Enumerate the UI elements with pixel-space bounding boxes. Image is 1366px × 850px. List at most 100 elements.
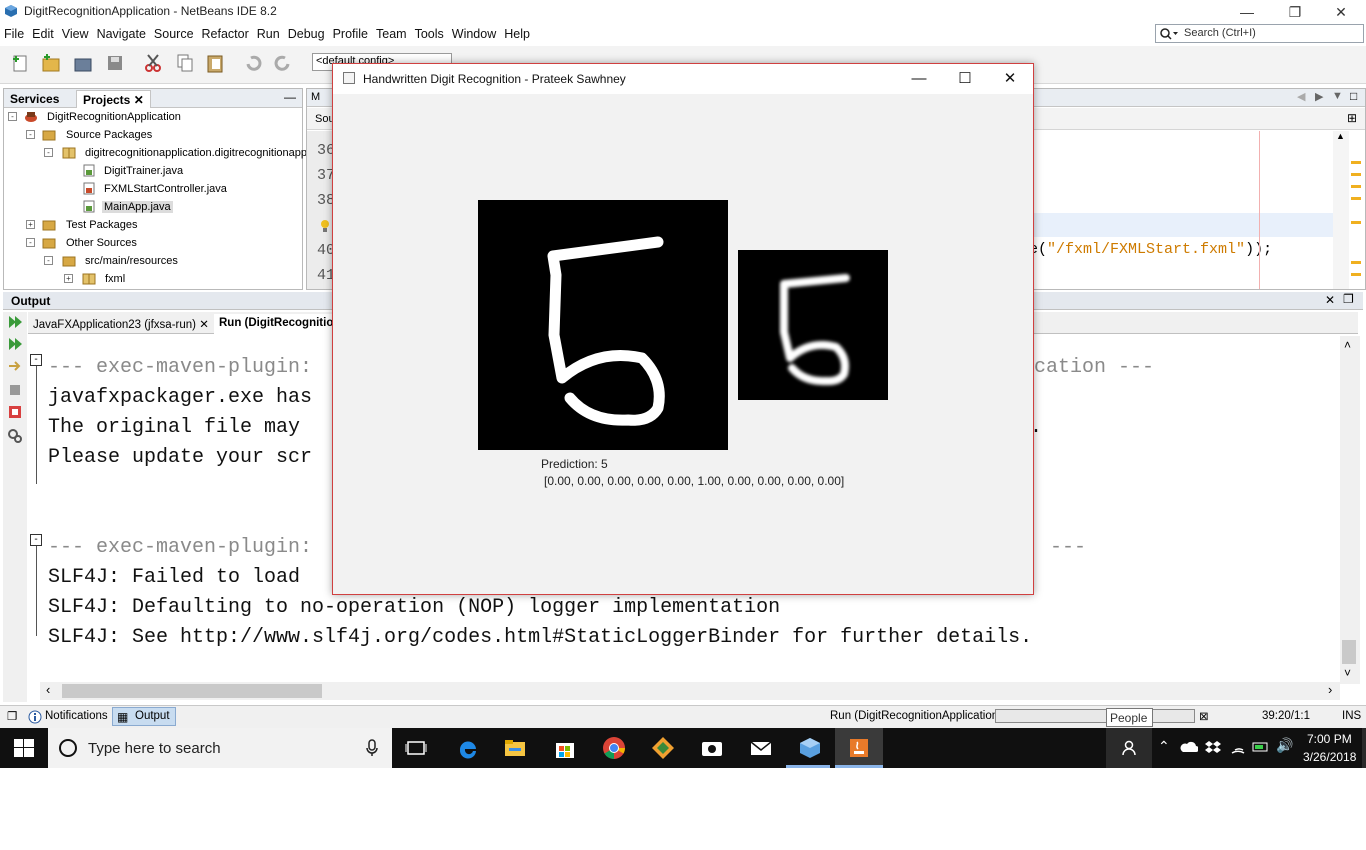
tree-item-other-sources[interactable]: - Other Sources	[4, 234, 302, 252]
close-icon[interactable]: ✕	[199, 319, 209, 331]
minimize-panel-icon[interactable]: —	[284, 90, 296, 104]
open-project-icon[interactable]	[72, 52, 94, 74]
microphone-icon[interactable]	[366, 739, 378, 757]
tree-item-project[interactable]: - DigitRecognitionApplication	[4, 108, 302, 126]
scroll-left-icon[interactable]: ‹	[46, 682, 50, 697]
undo-icon[interactable]	[242, 52, 264, 74]
scroll-up-icon[interactable]: ▲	[1336, 131, 1345, 141]
tree-item-fxml[interactable]: + fxml	[4, 270, 302, 288]
new-project-icon[interactable]	[40, 52, 62, 74]
menu-refactor[interactable]: Refactor	[198, 24, 253, 41]
close-button[interactable]: ✕	[1318, 0, 1364, 24]
onedrive-icon[interactable]	[1180, 741, 1198, 753]
collapse-icon[interactable]: -	[44, 256, 53, 265]
split-icon[interactable]: ⊞	[1347, 111, 1357, 125]
camera-icon[interactable]	[700, 736, 724, 760]
menu-profile[interactable]: Profile	[329, 24, 372, 41]
new-file-icon[interactable]	[10, 52, 32, 74]
menu-help[interactable]: Help	[500, 24, 534, 41]
menu-view[interactable]: View	[58, 24, 93, 41]
scroll-left-icon[interactable]: ◀	[1297, 90, 1305, 103]
output-tab[interactable]: JavaFXApplication23 (jfxsa-run) ✕	[28, 314, 214, 334]
menu-edit[interactable]: Edit	[28, 24, 58, 41]
menu-debug[interactable]: Debug	[284, 24, 329, 41]
rerun-icon[interactable]	[7, 314, 23, 330]
tab-services[interactable]: Services	[4, 90, 65, 108]
wifi-icon[interactable]	[1230, 740, 1246, 754]
virtualbox-icon[interactable]	[798, 736, 822, 760]
tree-item-package[interactable]: - digitrecognitionapplication.digitrecog…	[4, 144, 307, 162]
windows-start-icon[interactable]	[14, 739, 34, 757]
edge-icon[interactable]	[456, 736, 480, 760]
save-all-icon[interactable]	[104, 52, 126, 74]
tree-item-test-packages[interactable]: + Test Packages	[4, 216, 302, 234]
scroll-right-icon[interactable]: ›	[1328, 682, 1332, 697]
rerun-with-params-icon[interactable]	[7, 336, 23, 352]
scroll-down-icon[interactable]: ˅	[1344, 666, 1351, 680]
menu-run[interactable]: Run	[253, 24, 284, 41]
fold-icon[interactable]: -	[30, 534, 42, 546]
restore-button[interactable]: ❐	[1272, 0, 1318, 24]
copy-icon[interactable]	[174, 52, 196, 74]
notifications-tab[interactable]: Notifications	[45, 710, 108, 722]
tab-projects[interactable]: Projects ✕	[76, 90, 151, 108]
taskbar-search-box[interactable]: Type here to search	[48, 728, 392, 768]
battery-icon[interactable]	[1252, 740, 1270, 754]
tree-item-file-selected[interactable]: MainApp.java	[4, 198, 302, 216]
chevron-up-icon[interactable]: ⌃	[1158, 738, 1170, 755]
collapse-icon[interactable]: -	[26, 238, 35, 247]
scroll-right-icon[interactable]: ▶	[1315, 90, 1323, 103]
menu-window[interactable]: Window	[448, 24, 500, 41]
menu-navigate[interactable]: Navigate	[93, 24, 150, 41]
tab-list-icon[interactable]: ▼	[1332, 90, 1343, 102]
scroll-thumb[interactable]	[62, 684, 322, 698]
store-icon[interactable]	[553, 736, 577, 760]
expand-icon[interactable]: +	[26, 220, 35, 229]
people-button[interactable]	[1106, 728, 1152, 768]
fold-icon[interactable]: -	[30, 354, 42, 366]
collapse-icon[interactable]: -	[8, 112, 17, 121]
java-app-active[interactable]	[835, 728, 883, 768]
menu-tools[interactable]: Tools	[411, 24, 448, 41]
arrow-icon[interactable]	[7, 358, 23, 374]
settings-icon[interactable]	[7, 382, 23, 398]
file-explorer-icon[interactable]	[503, 736, 527, 760]
dropbox-icon[interactable]	[1205, 740, 1221, 754]
gears-icon[interactable]	[7, 428, 23, 444]
search-input[interactable]: Search (Ctrl+I)	[1155, 24, 1364, 43]
tree-item-file[interactable]: DigitTrainer.java	[4, 162, 302, 180]
restore-icon[interactable]: ❐	[1343, 292, 1354, 306]
cancel-task-icon[interactable]: ⊠	[1199, 709, 1209, 723]
dialog-minimize-button[interactable]: —	[896, 64, 942, 94]
menu-source[interactable]: Source	[150, 24, 198, 41]
close-icon[interactable]: ✕	[134, 93, 144, 107]
output-vertical-scrollbar[interactable]: ˄ ˅	[1340, 336, 1360, 684]
output-toggle[interactable]: ▦ Output	[112, 707, 176, 726]
editor-scrollbar[interactable]: ▲	[1333, 131, 1349, 289]
chrome-icon[interactable]	[602, 736, 626, 760]
dialog-close-button[interactable]: ✕	[987, 64, 1033, 94]
task-view-icon[interactable]	[404, 736, 428, 760]
paste-icon[interactable]	[204, 52, 226, 74]
mail-icon[interactable]	[749, 736, 773, 760]
collapse-icon[interactable]: -	[44, 148, 53, 157]
menu-team[interactable]: Team	[372, 24, 411, 41]
editor-tab[interactable]: M	[311, 91, 320, 103]
expand-icon[interactable]: +	[64, 274, 73, 283]
menu-file[interactable]: File	[0, 24, 28, 41]
scroll-thumb[interactable]	[1342, 640, 1356, 664]
dialog-maximize-button[interactable]: ☐	[942, 64, 988, 94]
clock-time[interactable]: 7:00 PM	[1307, 732, 1352, 746]
close-icon[interactable]: ✕	[1325, 293, 1335, 307]
scroll-up-icon[interactable]: ˄	[1344, 338, 1351, 352]
tree-item-source-packages[interactable]: - Source Packages	[4, 126, 302, 144]
git-icon[interactable]	[651, 736, 675, 760]
collapse-icon[interactable]: -	[26, 130, 35, 139]
show-desktop-button[interactable]	[1362, 728, 1366, 768]
output-horizontal-scrollbar[interactable]: ‹ ›	[40, 682, 1340, 700]
lightbulb-icon[interactable]	[319, 219, 331, 233]
output-tab-active[interactable]: Run (DigitRecognitio	[214, 314, 339, 334]
clock-date[interactable]: 3/26/2018	[1303, 750, 1356, 764]
stop-icon[interactable]	[7, 404, 23, 420]
restore-panels-icon[interactable]: ❐	[7, 709, 17, 723]
